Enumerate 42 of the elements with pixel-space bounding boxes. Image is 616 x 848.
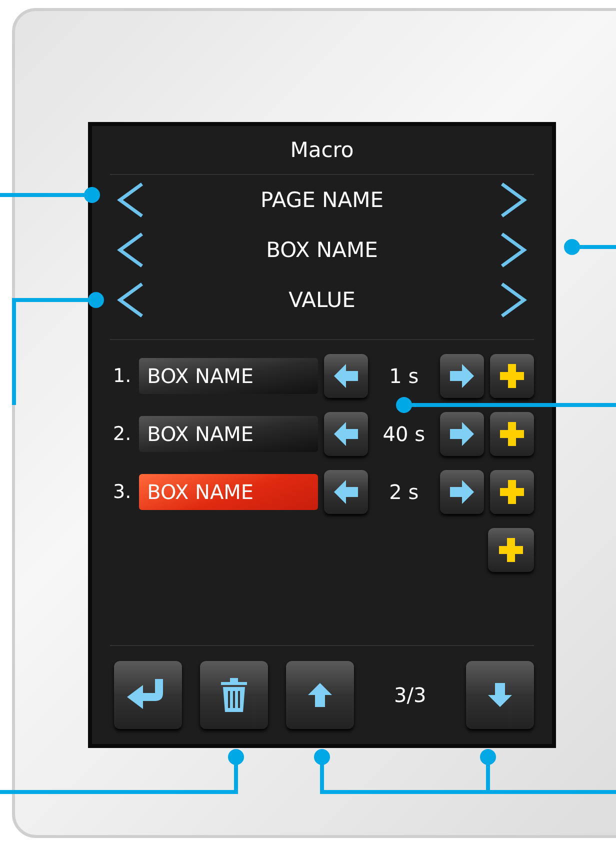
decrease-button[interactable] (324, 470, 368, 514)
back-button[interactable] (114, 661, 182, 729)
selector-label: BOX NAME (266, 238, 378, 262)
plus-icon (498, 363, 525, 389)
step-name-field[interactable]: BOX NAME (139, 416, 318, 452)
arrow-right-icon (448, 420, 476, 448)
step-duration: 40 s (382, 422, 426, 446)
arrow-right-icon (448, 362, 476, 390)
trash-icon (219, 677, 250, 713)
add-button[interactable] (488, 528, 534, 572)
selector-label: PAGE NAME (260, 188, 384, 212)
screen-title: Macro (110, 126, 534, 175)
arrow-down-icon (486, 681, 514, 709)
plus-icon (498, 537, 524, 563)
page-down-button[interactable] (466, 661, 534, 729)
arrow-left-icon (332, 420, 360, 448)
add-button[interactable] (490, 470, 534, 514)
add-button[interactable] (490, 354, 534, 398)
plus-icon (498, 479, 525, 505)
page-up-button[interactable] (286, 661, 354, 729)
step-duration: 1 s (388, 364, 420, 388)
arrow-left-icon (332, 478, 360, 506)
plus-icon (498, 421, 525, 447)
increase-button[interactable] (440, 470, 484, 514)
step-duration: 2 s (388, 480, 420, 504)
callout-line (564, 239, 616, 255)
increase-button[interactable] (440, 412, 484, 456)
step-name-field[interactable]: BOX NAME (139, 474, 318, 510)
delete-button[interactable] (200, 661, 268, 729)
decrease-button[interactable] (324, 354, 368, 398)
decrease-button[interactable] (324, 412, 368, 456)
page-indicator: 3/3 (393, 683, 428, 707)
step-number: 1. (112, 365, 132, 387)
arrow-left-icon (332, 362, 360, 390)
arrow-up-icon (306, 681, 334, 709)
arrow-right-icon (448, 478, 476, 506)
step-number: 2. (112, 423, 132, 445)
step-number: 3. (112, 481, 132, 503)
step-name-field[interactable]: BOX NAME (139, 358, 318, 394)
increase-button[interactable] (440, 354, 484, 398)
selector-label: VALUE (288, 288, 356, 312)
add-button[interactable] (490, 412, 534, 456)
